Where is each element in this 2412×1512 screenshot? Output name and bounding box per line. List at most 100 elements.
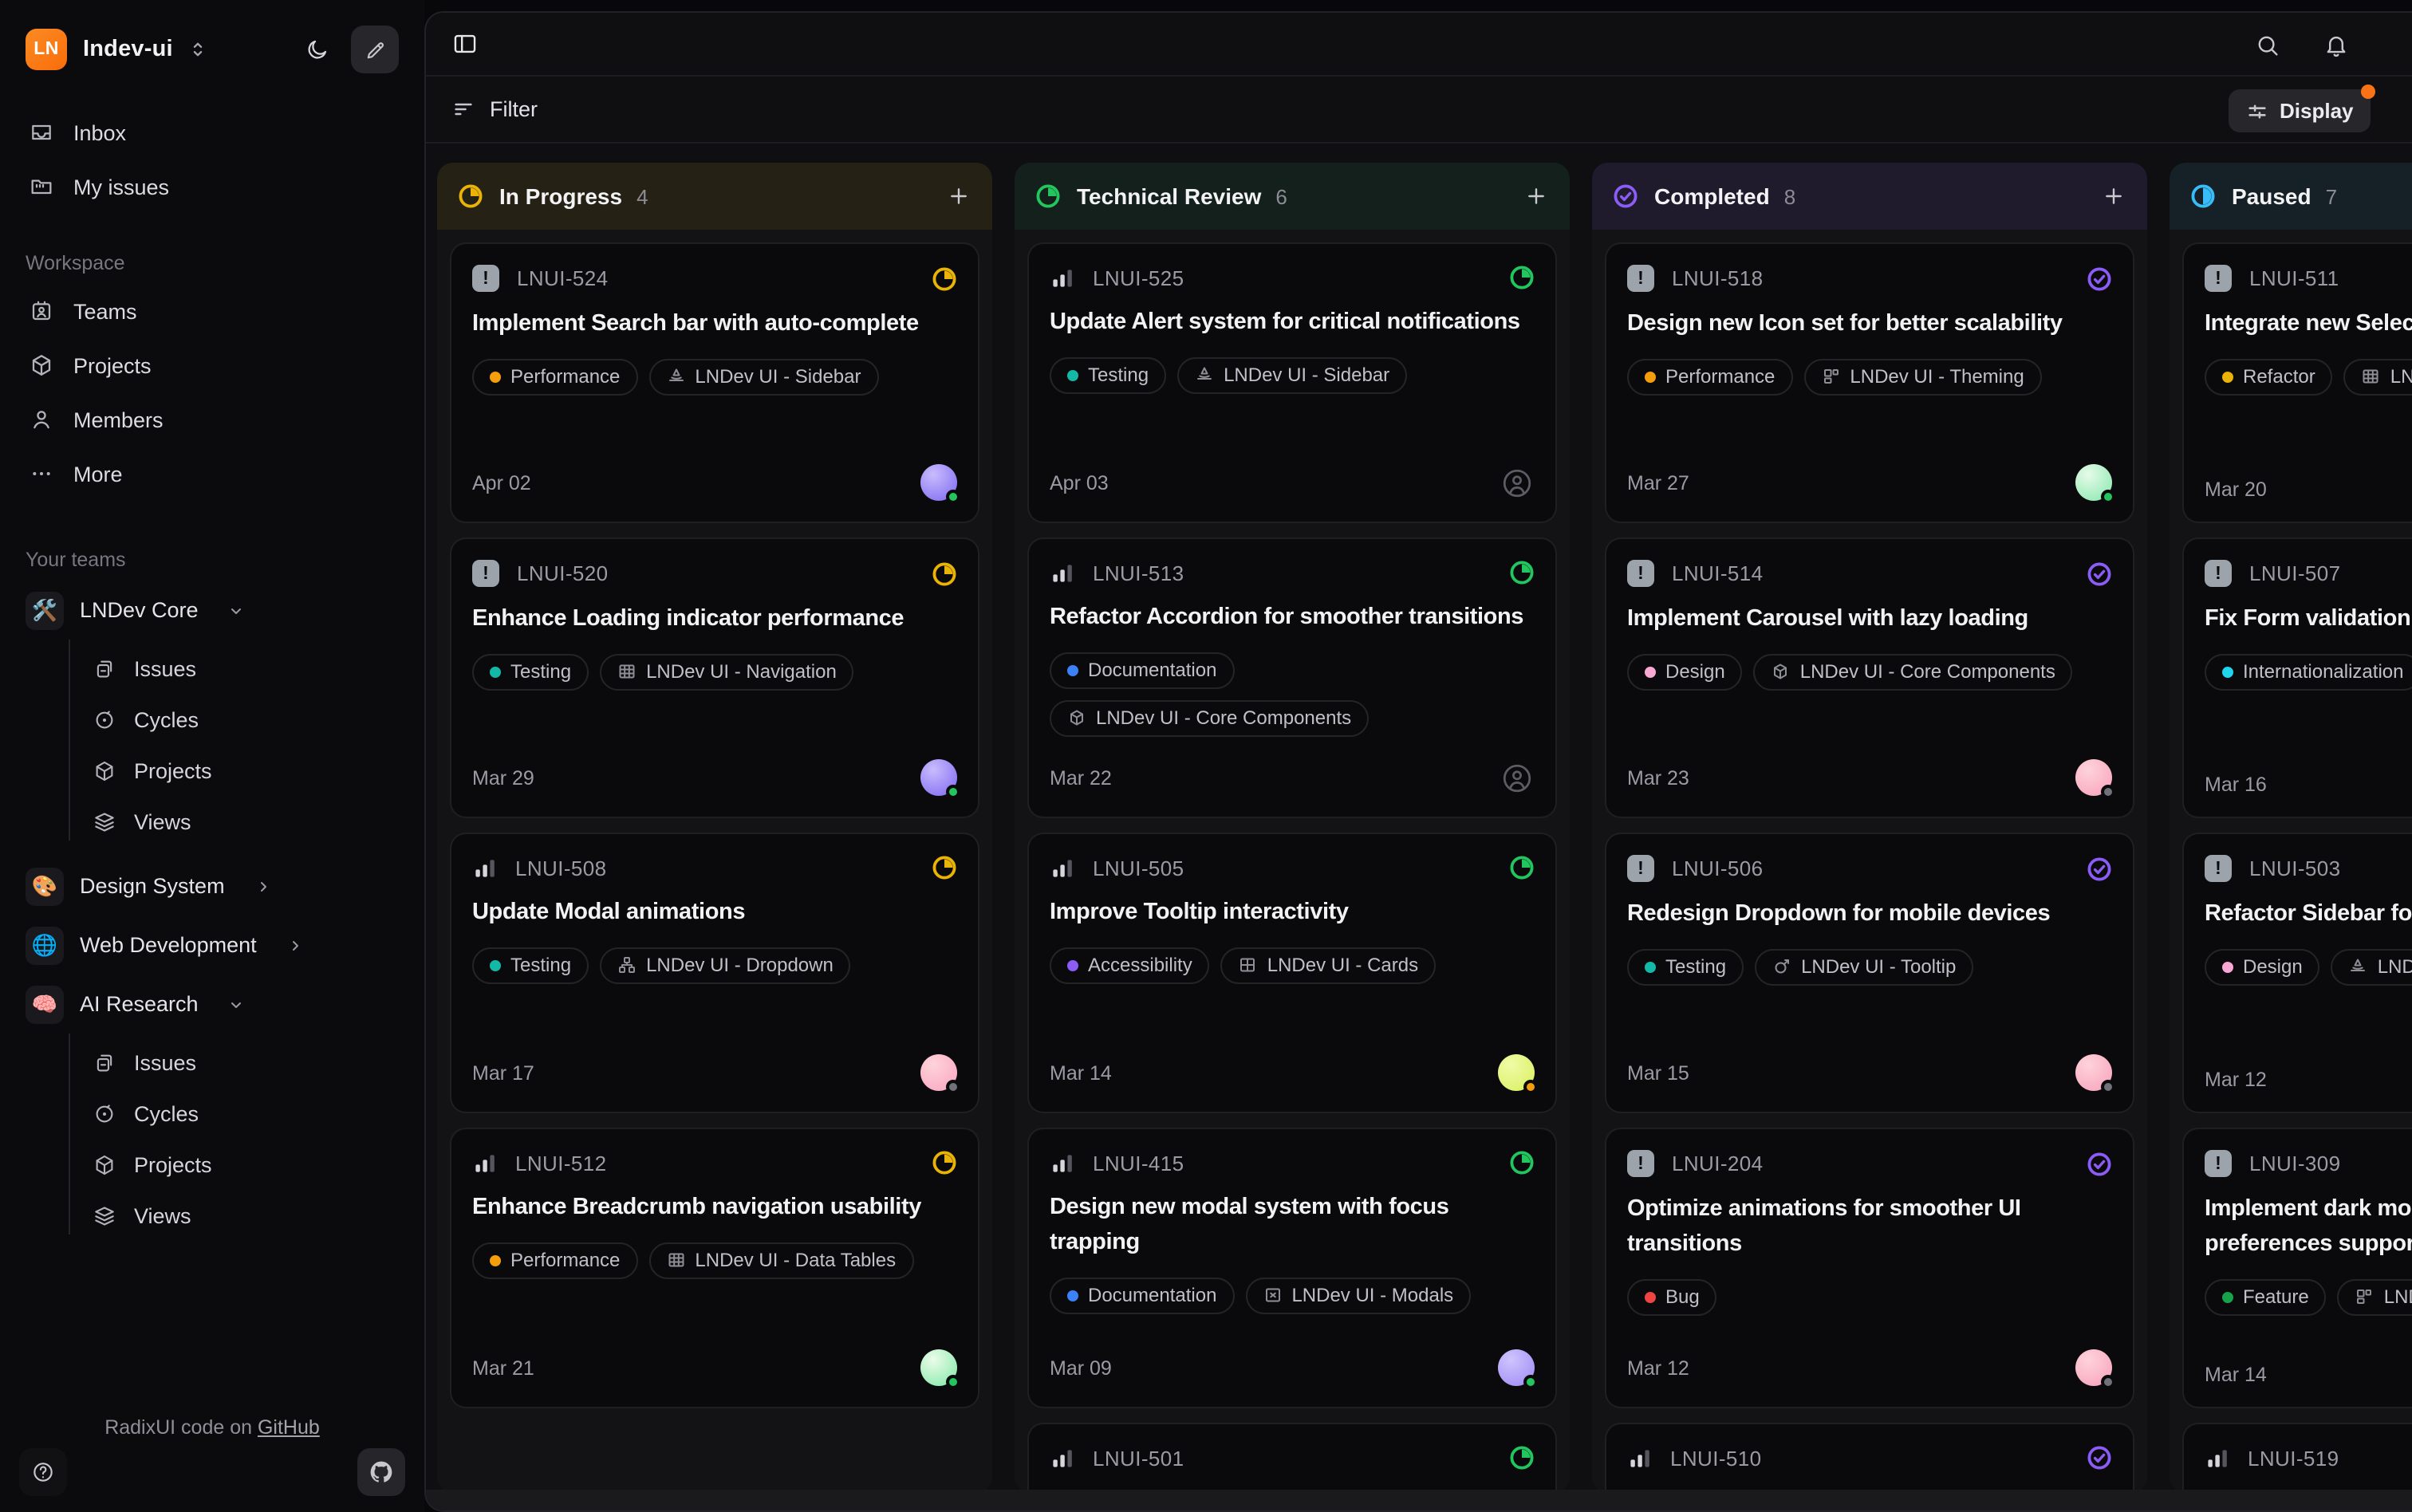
sidebar-item-projects[interactable]: Projects (26, 338, 399, 392)
team-emoji: 🛠️ (26, 591, 64, 629)
issue-card[interactable]: LNUI-512Enhance Breadcrumb navigation us… (450, 1128, 979, 1408)
filter-button[interactable]: Filter (451, 97, 538, 121)
team-subitem-label: Views (134, 809, 191, 833)
label-dot (1645, 1291, 1656, 1302)
team-design-system[interactable]: 🎨Design System (26, 856, 399, 915)
column-count: 4 (636, 184, 648, 208)
team-subitem-issues[interactable]: Issues (26, 1037, 399, 1088)
sidebar-item-members[interactable]: Members (26, 392, 399, 447)
issue-tags: DesignLNDev UI - Sidebar (2205, 949, 2412, 986)
issue-date: Mar 09 (1050, 1356, 1112, 1379)
issue-card[interactable]: !LNUI-309Implement dark mode preferences… (2182, 1128, 2412, 1408)
issue-card[interactable]: LNUI-513Refactor Accordion for smoother … (1027, 537, 1557, 818)
add-issue-button[interactable] (2101, 183, 2126, 209)
issue-card[interactable]: !LNUI-204Optimize animations for smoothe… (1605, 1128, 2134, 1408)
issue-tags: TestingLNDev UI - Dropdown (472, 947, 957, 984)
assignee-avatar (2075, 759, 2112, 796)
new-issue-button[interactable] (351, 26, 399, 73)
issue-card[interactable]: LNUI-519Fix Notification system reliabil… (2182, 1423, 2412, 1493)
inbox-icon (29, 120, 54, 145)
sidebar-toggle-icon[interactable] (451, 30, 479, 57)
issue-card[interactable]: LNUI-525 Update Alert system for critical… (1027, 242, 1557, 523)
project-tooltip-icon (1772, 958, 1791, 977)
issue-title: Update Alert system for critical notific… (1050, 306, 1535, 341)
help-button[interactable] (19, 1448, 67, 1496)
issue-status-icon (932, 855, 957, 880)
search-icon[interactable] (2254, 31, 2281, 58)
project-text: LNDev UI - Dropdown (646, 955, 834, 977)
column-header: Completed8 (1592, 163, 2147, 230)
column-body: LNUI-525 Update Alert system for critical… (1015, 230, 1570, 1493)
team-subitem-projects[interactable]: Projects (26, 745, 399, 796)
label-pill: Testing (1050, 357, 1166, 394)
github-link[interactable]: GitHub (258, 1416, 320, 1439)
issue-card-header: LNUI-525 (1050, 265, 1535, 290)
horizontal-scrollbar[interactable] (426, 1490, 2412, 1510)
issue-card[interactable]: !LNUI-507Fix Form validation errorsInter… (2182, 537, 2412, 818)
issue-status-icon (1509, 855, 1535, 880)
priority-urgent-icon: ! (2205, 265, 2232, 292)
add-issue-button[interactable] (946, 183, 972, 209)
display-button[interactable]: Display (2229, 89, 2371, 132)
notifications-bell-icon[interactable] (2323, 31, 2350, 58)
priority-bars-icon (1050, 560, 1075, 585)
project-pill: LNDev UI - Core Components (1754, 654, 2073, 691)
team-web-development[interactable]: 🌐Web Development (26, 915, 399, 975)
issue-card-footer: Apr 03 (1050, 447, 1535, 501)
issue-card-footer: Mar 14 (2205, 1345, 2412, 1386)
issue-date: Mar 16 (2205, 774, 2267, 796)
add-issue-button[interactable] (1523, 183, 1549, 209)
label-dot (490, 667, 501, 678)
issue-title: Implement Search bar with auto-complete (472, 308, 957, 343)
issue-card[interactable]: !LNUI-514Implement Carousel with lazy lo… (1605, 537, 2134, 818)
issue-card[interactable]: !LNUI-503Refactor Sidebar for better UXD… (2182, 833, 2412, 1113)
label-dot (1067, 665, 1078, 676)
cube-icon (93, 1152, 116, 1176)
label-dot (2222, 1291, 2233, 1302)
sidebar-item-teams[interactable]: Teams (26, 284, 399, 338)
sidebar-item-inbox[interactable]: Inbox (26, 105, 399, 159)
team-subitem-cycles[interactable]: Cycles (26, 694, 399, 745)
issue-card[interactable]: LNUI-508Update Modal animationsTestingLN… (450, 833, 979, 1113)
issue-card[interactable]: !LNUI-506Redesign Dropdown for mobile de… (1605, 833, 2134, 1113)
issue-card[interactable]: !LNUI-520Enhance Loading indicator perfo… (450, 537, 979, 818)
issue-card[interactable]: LNUI-501Enhance responsiveness of Navbar (1027, 1423, 1557, 1493)
team-ai-research[interactable]: 🧠AI Research (26, 975, 399, 1034)
sidebar-item-my-issues[interactable]: My issues (26, 159, 399, 214)
display-badge-dot (2362, 85, 2376, 99)
team-subitem-label: Issues (134, 656, 196, 680)
project-hat-icon (2349, 958, 2368, 977)
team-name-label: Design System (80, 874, 225, 898)
team-subitem-views[interactable]: Views (26, 796, 399, 847)
github-button[interactable] (357, 1448, 405, 1496)
sidebar-item-more[interactable]: More (26, 447, 399, 501)
column-technical-review: Technical Review6LNUI-525Update Alert sy… (1015, 163, 1570, 1493)
issue-date: Apr 03 (1050, 472, 1109, 494)
issue-card[interactable]: !LNUI-524Implement Search bar with auto-… (450, 242, 979, 523)
priority-urgent-icon: ! (2205, 560, 2232, 587)
team-lndev-core[interactable]: 🛠️LNDev Core (26, 581, 399, 640)
sidebar-nav: InboxMy issues (26, 105, 399, 214)
issue-tags: AccessibilityLNDev UI - Cards (1050, 947, 1535, 984)
theme-toggle-moon-icon[interactable] (305, 37, 330, 62)
issue-tags: PerformanceLNDev UI - Sidebar (472, 359, 957, 396)
team-subitem-views[interactable]: Views (26, 1190, 399, 1241)
chevron-right-icon (254, 876, 273, 896)
issue-card[interactable]: LNUI-505Improve Tooltip interactivityAcc… (1027, 833, 1557, 1113)
issue-card-header: !LNUI-503 (2205, 855, 2412, 882)
workspace-switcher-icon[interactable] (187, 38, 210, 61)
issue-card[interactable]: LNUI-510Streamline Input component styli… (1605, 1423, 2134, 1493)
issue-card[interactable]: LNUI-415Design new modal system with foc… (1027, 1128, 1557, 1408)
column-completed: Completed8 !LNUI-518Design new Icon set f… (1592, 163, 2147, 1493)
issue-card[interactable]: !LNUI-518Design new Icon set for better … (1605, 242, 2134, 523)
issue-date: Mar 14 (2205, 1364, 2267, 1386)
team-subitem-cycles[interactable]: Cycles (26, 1088, 399, 1139)
label-text: Performance (510, 1250, 620, 1272)
issue-card[interactable]: !LNUI-511Integrate new Select componentR… (2182, 242, 2412, 523)
project-text: LNDev UI - Theming (2384, 1286, 2412, 1308)
issue-date: Mar 12 (1627, 1356, 1689, 1379)
team-subitem-projects[interactable]: Projects (26, 1139, 399, 1190)
team-subitem-issues[interactable]: Issues (26, 643, 399, 694)
project-text: LNDev UI - Modals (1291, 1284, 1453, 1306)
project-text: LNDev UI - Core Components (1800, 661, 2055, 683)
